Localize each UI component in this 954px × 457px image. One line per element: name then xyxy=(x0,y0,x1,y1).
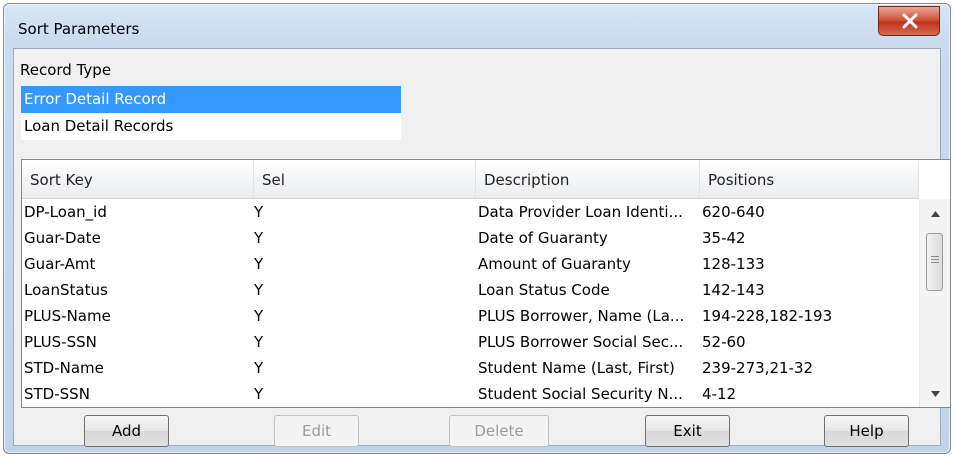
sort-key-cell: Guar-Amt xyxy=(24,255,96,273)
positions-cell: 142-143 xyxy=(702,281,765,299)
record-type-label: Record Type xyxy=(20,61,112,79)
record-type-item-loan-detail[interactable]: Loan Detail Records xyxy=(21,113,401,140)
table-row[interactable]: STD-Name Y Student Name (Last, First) 23… xyxy=(22,355,919,381)
add-button[interactable]: Add xyxy=(84,415,169,447)
description-cell: PLUS Borrower, Name (La... xyxy=(478,307,685,325)
positions-cell: 239-273,21-32 xyxy=(702,359,814,377)
description-cell: Date of Guaranty xyxy=(478,229,608,247)
edit-button[interactable]: Edit xyxy=(274,415,359,447)
sort-key-cell: PLUS-Name xyxy=(24,307,111,325)
sort-key-cell: STD-Name xyxy=(24,359,104,377)
sel-cell: Y xyxy=(254,203,264,221)
column-header-sort-key[interactable]: Sort Key xyxy=(22,160,254,198)
sort-key-cell: LoanStatus xyxy=(24,281,108,299)
table-header: Sort Key Sel Description Positions xyxy=(22,160,919,199)
sel-cell: Y xyxy=(254,281,264,299)
sel-cell: Y xyxy=(254,307,264,325)
delete-button[interactable]: Delete xyxy=(449,415,549,447)
positions-cell: 35-42 xyxy=(702,229,746,247)
table-row[interactable]: DP-Loan_id Y Data Provider Loan Identi..… xyxy=(22,199,919,225)
table-row[interactable]: LoanStatus Y Loan Status Code 142-143 xyxy=(22,277,919,303)
grip-icon xyxy=(931,256,939,265)
description-cell: Student Social Security N... xyxy=(478,385,683,403)
help-button[interactable]: Help xyxy=(824,415,909,447)
description-cell: Loan Status Code xyxy=(478,281,610,299)
vertical-scrollbar[interactable] xyxy=(919,199,950,407)
table-row[interactable]: STD-SSN Y Student Social Security N... 4… xyxy=(22,381,919,407)
sel-cell: Y xyxy=(254,385,264,403)
description-cell: Amount of Guaranty xyxy=(478,255,631,273)
scroll-up-arrow-icon[interactable] xyxy=(931,211,940,217)
sort-parameters-window: Sort Parameters Record Type Error Detail… xyxy=(3,3,951,454)
record-type-item-error-detail[interactable]: Error Detail Record xyxy=(21,86,401,113)
close-icon xyxy=(902,13,918,29)
description-cell: Data Provider Loan Identi... xyxy=(478,203,683,221)
positions-cell: 4-12 xyxy=(702,385,737,403)
positions-cell: 620-640 xyxy=(702,203,765,221)
table-row[interactable]: Guar-Date Y Date of Guaranty 35-42 xyxy=(22,225,919,251)
table-row[interactable]: PLUS-Name Y PLUS Borrower, Name (La... 1… xyxy=(22,303,919,329)
sel-cell: Y xyxy=(254,333,264,351)
column-header-description[interactable]: Description xyxy=(476,160,700,198)
table-row[interactable]: Guar-Amt Y Amount of Guaranty 128-133 xyxy=(22,251,919,277)
table-body: DP-Loan_id Y Data Provider Loan Identi..… xyxy=(22,199,919,407)
sort-key-cell: DP-Loan_id xyxy=(24,203,107,221)
sort-key-cell: STD-SSN xyxy=(24,385,90,403)
close-button[interactable] xyxy=(878,6,940,36)
description-cell: PLUS Borrower Social Sec... xyxy=(478,333,684,351)
column-header-sel[interactable]: Sel xyxy=(254,160,476,198)
description-cell: Student Name (Last, First) xyxy=(478,359,675,377)
record-type-list[interactable]: Error Detail Record Loan Detail Records xyxy=(21,86,401,140)
scroll-down-arrow-icon[interactable] xyxy=(931,391,940,397)
dialog-client-area: Record Type Error Detail Record Loan Det… xyxy=(13,48,951,447)
scrollbar-thumb[interactable] xyxy=(926,233,943,291)
sel-cell: Y xyxy=(254,255,264,273)
title-bar[interactable]: Sort Parameters xyxy=(4,4,950,48)
window-title: Sort Parameters xyxy=(18,20,140,38)
sel-cell: Y xyxy=(254,229,264,247)
positions-cell: 194-228,182-193 xyxy=(702,307,833,325)
positions-cell: 52-60 xyxy=(702,333,746,351)
positions-cell: 128-133 xyxy=(702,255,765,273)
sort-keys-table: Sort Key Sel Description Positions DP-Lo… xyxy=(21,159,951,408)
sort-key-cell: PLUS-SSN xyxy=(24,333,97,351)
column-header-positions[interactable]: Positions xyxy=(700,160,919,198)
exit-button[interactable]: Exit xyxy=(645,415,730,447)
table-row[interactable]: PLUS-SSN Y PLUS Borrower Social Sec... 5… xyxy=(22,329,919,355)
sort-key-cell: Guar-Date xyxy=(24,229,101,247)
sel-cell: Y xyxy=(254,359,264,377)
